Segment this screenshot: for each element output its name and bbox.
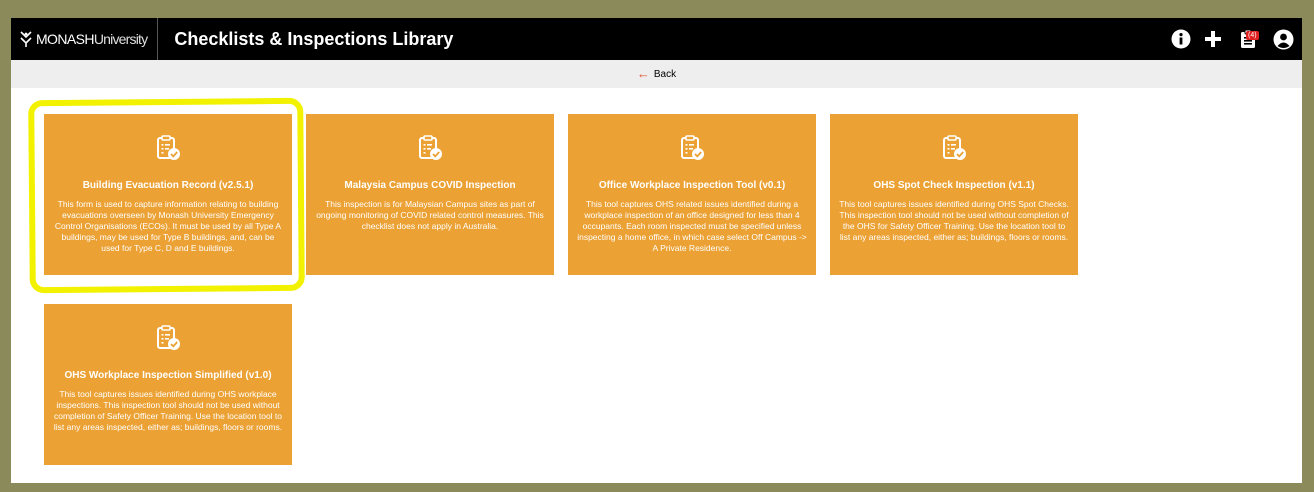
card-title: OHS Spot Check Inspection (v1.1) (873, 180, 1035, 191)
card-description: This tool captures issues identified dur… (839, 199, 1069, 242)
clipboard-check-icon (681, 135, 704, 160)
info-button[interactable] (1170, 28, 1192, 50)
card-description: This tool captures issues identified dur… (53, 389, 283, 432)
checklist-card-office-workplace[interactable]: Office Workplace Inspection Tool (v0.1) … (568, 114, 816, 275)
checklist-card-ohs-spot-check[interactable]: OHS Spot Check Inspection (v1.1) This to… (830, 114, 1078, 275)
logo-text-monash: MONASH (36, 31, 94, 47)
back-label: Back (653, 68, 677, 80)
page-title: Checklists & Inspections Library (174, 28, 454, 49)
my-checklists-button[interactable]: (4) (1234, 28, 1262, 50)
info-icon (1171, 29, 1191, 49)
checklist-card-ohs-workplace-simplified[interactable]: OHS Workplace Inspection Simplified (v1.… (44, 304, 292, 465)
card-description: This form is used to capture information… (54, 199, 282, 253)
add-button[interactable] (1202, 28, 1224, 50)
checklist-card-building-evacuation[interactable]: Building Evacuation Record (v2.5.1) This… (44, 114, 292, 275)
checklist-card-malaysia-covid[interactable]: Malaysia Campus COVID Inspection This in… (306, 114, 554, 275)
card-title: Office Workplace Inspection Tool (v0.1) (598, 180, 786, 191)
card-title: OHS Workplace Inspection Simplified (v1.… (64, 370, 272, 381)
logo-text-university: University (93, 31, 148, 47)
sub-navigation-bar: ← Back (11, 60, 1302, 88)
monash-crest-icon (20, 31, 32, 47)
header-actions: (4) (1170, 18, 1294, 60)
user-account-button[interactable] (1272, 28, 1294, 50)
back-button[interactable]: ← Back (636, 66, 677, 81)
card-title: Building Evacuation Record (v2.5.1) (82, 180, 254, 191)
card-title: Malaysia Campus COVID Inspection (344, 180, 516, 191)
clipboard-check-icon (157, 325, 180, 350)
clipboard-check-icon (419, 135, 442, 160)
clipboard-check-icon (157, 135, 180, 160)
plus-icon (1205, 31, 1221, 47)
monash-logo[interactable]: MONASH University (11, 18, 159, 60)
card-description: This inspection is for Malaysian Campus … (316, 199, 544, 231)
arrow-left-icon: ← (636, 66, 650, 81)
notification-badge: (4) (1246, 31, 1259, 40)
app-window: MONASH University Checklists & Inspectio… (11, 18, 1302, 483)
clipboard-check-icon (943, 135, 966, 160)
card-description: This tool captures OHS related issues id… (577, 199, 807, 253)
user-circle-icon (1273, 29, 1293, 49)
top-navigation-bar: MONASH University Checklists & Inspectio… (11, 18, 1302, 60)
